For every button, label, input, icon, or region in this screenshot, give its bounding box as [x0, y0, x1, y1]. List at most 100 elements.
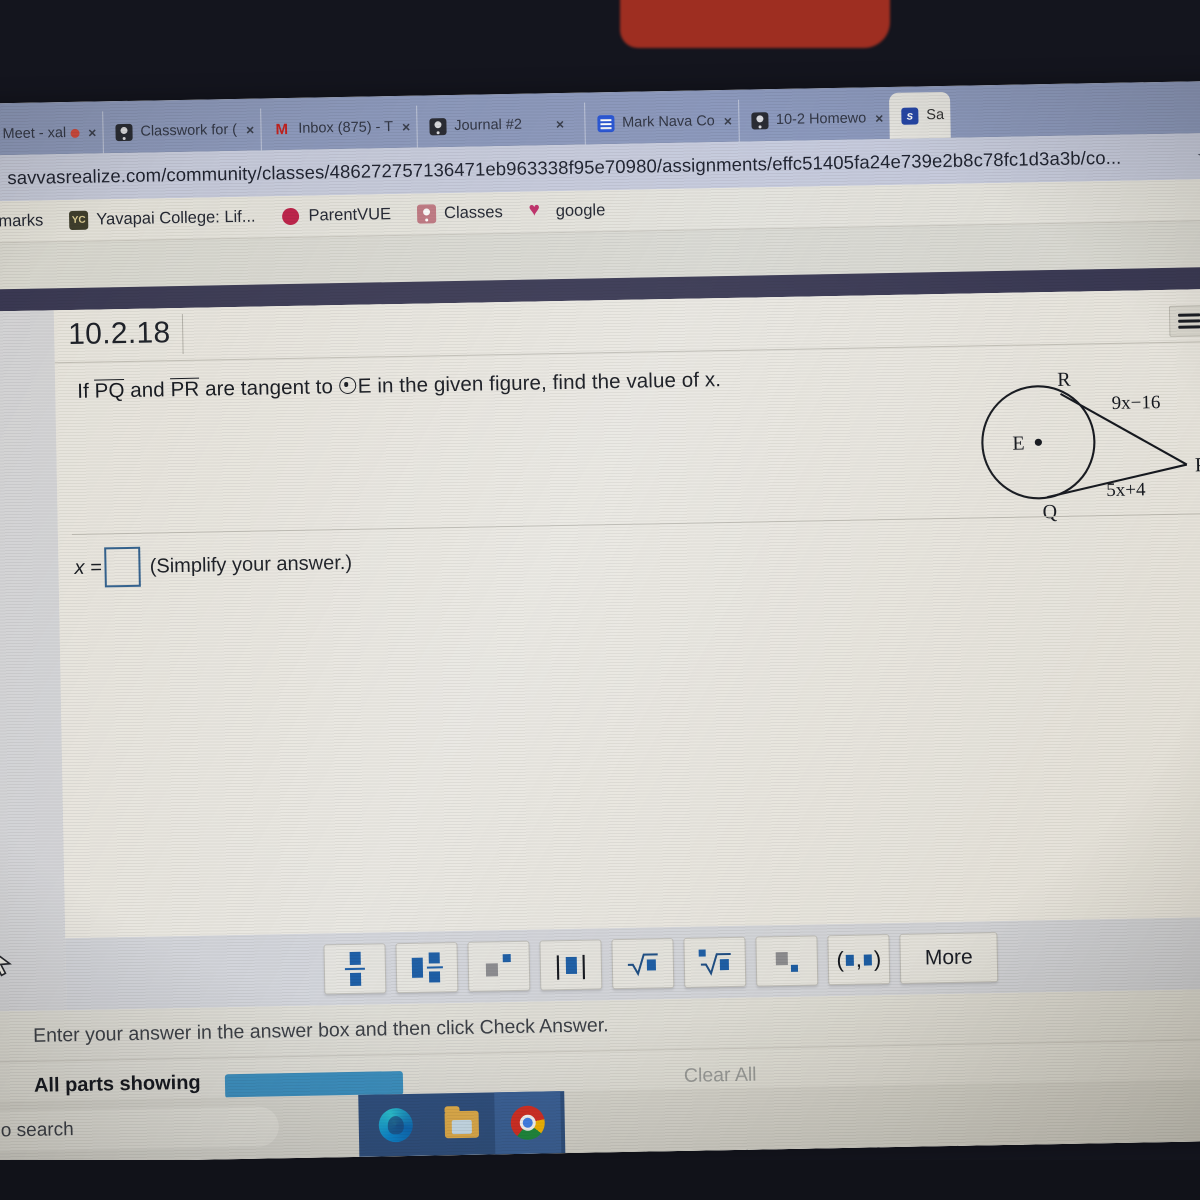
browser-tab[interactable]: M Inbox (875) - T × — [259, 105, 417, 151]
mixed-number-button[interactable] — [395, 942, 459, 994]
fraction-icon — [344, 951, 366, 987]
label-e: E — [1012, 433, 1025, 455]
browser-tab[interactable]: Mark Nava Co × — [583, 99, 739, 145]
taskbar-icon-group — [358, 1091, 566, 1157]
center-point-e — [1034, 438, 1042, 446]
google-classroom-icon — [416, 204, 437, 224]
photographed-screen: Meet - xal × Classwork for ( × M Inbox (… — [0, 0, 1200, 1200]
tab-status-dot — [70, 128, 80, 138]
browser-tab[interactable]: Journal #2 × — [415, 102, 585, 148]
tab-close-icon[interactable]: × — [246, 122, 254, 138]
label-q: Q — [1042, 501, 1057, 523]
subscript-button[interactable] — [755, 935, 819, 987]
taskbar-search-input[interactable]: o search — [0, 1106, 280, 1152]
bookmark-classes[interactable]: Classes — [416, 203, 503, 224]
heart-icon — [529, 202, 548, 221]
browser-tab[interactable]: 10-2 Homewo × — [737, 96, 890, 142]
google-classroom-icon — [750, 111, 769, 130]
question-list-button[interactable]: Qu — [1168, 304, 1200, 337]
ordered-pair-icon: (,) — [836, 946, 882, 973]
edge-icon — [378, 1107, 414, 1143]
taskbar-file-explorer-button[interactable] — [428, 1092, 495, 1155]
taskbar-edge-button[interactable] — [362, 1094, 429, 1157]
ordered-pair-button[interactable]: (,) — [827, 934, 891, 986]
tab-title: Meet - xal — [2, 125, 67, 143]
fraction-button[interactable] — [323, 943, 387, 995]
tab-title: Classwork for ( — [140, 121, 238, 140]
bookmark-yavapai-college[interactable]: YC Yavapai College: Lif... — [69, 207, 256, 231]
answer-row: x = (Simplify your answer.) — [74, 543, 352, 588]
absolute-value-icon: | | — [554, 949, 588, 981]
list-icon — [1178, 312, 1200, 329]
exponent-icon — [485, 954, 512, 978]
subscript-icon — [774, 949, 800, 973]
exercise-card: 10.2.18 Qu If PQ and PR are tangent to E… — [53, 288, 1200, 1011]
chrome-icon — [510, 1105, 546, 1141]
square-root-button[interactable] — [611, 938, 675, 990]
savvas-icon: s — [901, 106, 919, 125]
tab-close-icon[interactable]: × — [724, 113, 732, 129]
label-lower-expression: 5x+4 — [1106, 479, 1146, 501]
circle-dot-icon — [338, 376, 356, 395]
nth-root-icon — [698, 949, 731, 976]
instruction-text: Enter your answer in the answer box and … — [32, 1014, 609, 1047]
background-red-object — [620, 0, 890, 48]
bookmark-label: Classes — [443, 203, 503, 223]
bookmark-label: ParentVUE — [308, 205, 392, 225]
tab-close-icon[interactable]: × — [556, 116, 564, 132]
answer-input[interactable] — [104, 546, 142, 588]
mouse-cursor — [0, 946, 12, 977]
google-classroom-icon — [429, 117, 447, 135]
browser-tab[interactable]: Classwork for ( × — [102, 108, 261, 154]
browser-tab-active[interactable]: s Sa — [888, 91, 951, 139]
answer-x-label: x = — [74, 555, 102, 579]
prompt-tail: in the given figure, find the value of x… — [377, 368, 722, 398]
tab-title: Sa — [926, 106, 945, 124]
taskbar-chrome-button[interactable] — [494, 1091, 562, 1155]
divider — [54, 341, 1200, 364]
google-docs-icon — [596, 114, 615, 132]
answer-hint: (Simplify your answer.) — [149, 551, 353, 578]
tab-close-icon[interactable]: × — [402, 119, 410, 135]
prompt-center: E — [357, 374, 372, 398]
more-label: More — [924, 945, 973, 970]
label-upper-expression: 9x−16 — [1111, 392, 1160, 414]
bookmark-label: org bookmarks — [0, 211, 44, 231]
exercise-content: 10.2.18 Qu If PQ and PR are tangent to E… — [0, 288, 1200, 1012]
divider — [181, 313, 184, 354]
prompt-and: and — [130, 378, 166, 402]
segment-pr: PR — [170, 377, 200, 402]
question-prompt: If PQ and PR are tangent to E in the giv… — [77, 368, 721, 404]
monitor-screen: Meet - xal × Classwork for ( × M Inbox (… — [0, 80, 1200, 1164]
yc-icon: YC — [69, 210, 89, 231]
tab-title: Journal #2 — [454, 116, 523, 134]
parentvue-icon — [281, 207, 300, 226]
label-r: R — [1057, 369, 1071, 391]
tab-close-icon[interactable]: × — [875, 110, 883, 126]
all-parts-showing-label: All parts showing — [33, 1071, 201, 1097]
divider — [71, 513, 1200, 536]
exponent-button[interactable] — [467, 940, 531, 992]
tab-close-icon[interactable]: × — [88, 125, 96, 141]
bookmark-label: Yavapai College: Lif... — [96, 207, 256, 229]
absolute-value-button[interactable]: | | — [539, 939, 603, 991]
more-button[interactable]: More — [899, 932, 999, 984]
bookmark-star-icon[interactable]: ☆ — [1196, 144, 1200, 169]
nth-root-button[interactable] — [683, 936, 747, 988]
segment-pq: PQ — [94, 379, 125, 403]
bookmark-org-bookmarks[interactable]: org bookmarks — [0, 211, 43, 232]
browser-tab[interactable]: Meet - xal × — [0, 111, 103, 156]
bookmark-parentvue[interactable]: ParentVUE — [281, 205, 391, 226]
geometry-figure: R E Q P 9x−16 5x+4 — [971, 367, 1200, 524]
google-classroom-icon — [115, 123, 133, 141]
file-explorer-icon — [444, 1110, 480, 1138]
prompt-lead: If — [77, 379, 90, 403]
label-p: P — [1195, 454, 1200, 476]
bookmark-label: google — [555, 201, 606, 221]
tab-title: Inbox (875) - T — [298, 119, 394, 137]
prompt-mid: are tangent to — [204, 375, 334, 401]
tangent-circle-diagram: R E Q P 9x−16 5x+4 — [981, 369, 1200, 523]
bookmark-google[interactable]: google — [529, 201, 606, 221]
clear-all-button[interactable]: Clear All — [684, 1064, 757, 1088]
tab-title: Mark Nava Co — [621, 113, 715, 131]
